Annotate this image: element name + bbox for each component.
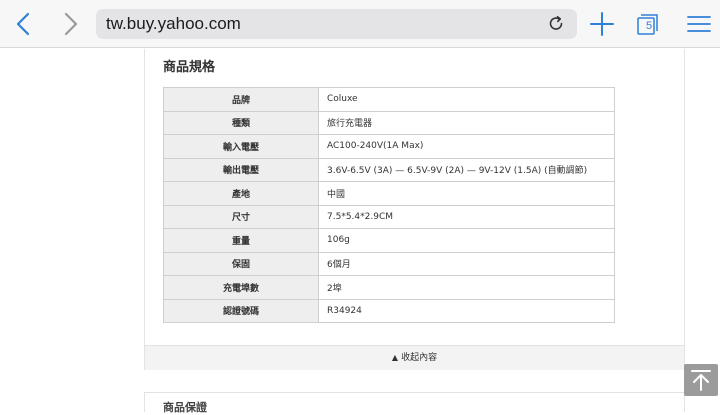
- reload-icon: [549, 15, 563, 30]
- address-bar[interactable]: tw.buy.yahoo.com: [96, 9, 577, 39]
- spec-value: 旅行充電器: [318, 110, 615, 135]
- table-row: 種類 旅行充電器: [163, 110, 615, 135]
- spec-value: 2埠: [318, 275, 615, 300]
- table-row: 重量 106g: [163, 228, 615, 253]
- browser-toolbar: tw.buy.yahoo.com 5: [0, 0, 720, 48]
- spec-value: AC100-240V(1A Max): [318, 134, 615, 159]
- table-row: 品牌 Coluxe: [163, 87, 615, 112]
- url-text[interactable]: tw.buy.yahoo.com: [106, 12, 241, 36]
- hamburger-menu-icon: [687, 16, 711, 32]
- spec-label: 重量: [163, 228, 319, 253]
- table-row: 保固 6個月: [163, 251, 615, 276]
- collapse-label: 收起內容: [401, 353, 438, 363]
- spec-label: 種類: [163, 110, 319, 135]
- spec-table: 品牌 Coluxe 種類 旅行充電器 輸入電壓 AC100-240V(1A Ma…: [163, 87, 615, 323]
- table-row: 充電埠數 2埠: [163, 275, 615, 300]
- spec-value: 6個月: [318, 251, 615, 276]
- spec-label: 尺寸: [163, 204, 319, 229]
- spec-value: 3.6V-6.5V (3A) — 6.5V-9V (2A) — 9V-12V (…: [318, 157, 615, 182]
- chevron-right-icon: [64, 12, 78, 36]
- section-title: 商品規格: [163, 60, 216, 75]
- back-button[interactable]: [8, 8, 40, 40]
- reload-button[interactable]: [547, 15, 565, 33]
- collapse-content-button[interactable]: ▲ 收起內容: [145, 345, 684, 370]
- spec-label: 輸出電壓: [163, 157, 319, 182]
- triangle-up-icon: ▲: [391, 353, 399, 362]
- spec-label: 產地: [163, 181, 319, 206]
- menu-button[interactable]: [683, 8, 715, 40]
- spec-value: Coluxe: [318, 87, 615, 112]
- plus-icon: [590, 12, 614, 36]
- spec-value: 7.5*5.4*2.9CM: [318, 204, 615, 229]
- table-row: 認證號碼 R34924: [163, 298, 615, 323]
- spec-value: R34924: [318, 298, 615, 323]
- spec-label: 保固: [163, 251, 319, 276]
- forward-button[interactable]: [54, 8, 86, 40]
- tab-count-label: 5: [645, 20, 653, 32]
- tabs-button[interactable]: 5: [636, 12, 660, 36]
- next-section-card: 商品保證: [144, 392, 685, 414]
- spec-value: 106g: [318, 228, 615, 253]
- spec-card: 商品規格 品牌 Coluxe 種類 旅行充電器 輸入電壓 AC100-240V(…: [144, 49, 685, 370]
- table-row: 產地 中國: [163, 181, 615, 206]
- arrow-up-to-top-icon: [691, 370, 711, 391]
- spec-value: 中國: [318, 181, 615, 206]
- spec-label: 輸入電壓: [163, 134, 319, 159]
- spec-label: 認證號碼: [163, 298, 319, 323]
- chevron-left-icon: [16, 12, 30, 36]
- table-row: 輸入電壓 AC100-240V(1A Max): [163, 134, 615, 159]
- spec-label: 充電埠數: [163, 275, 319, 300]
- table-row: 尺寸 7.5*5.4*2.9CM: [163, 204, 615, 229]
- scroll-to-top-button[interactable]: [684, 364, 718, 396]
- spec-label: 品牌: [163, 87, 319, 112]
- table-row: 輸出電壓 3.6V-6.5V (3A) — 6.5V-9V (2A) — 9V-…: [163, 157, 615, 182]
- new-tab-button[interactable]: [586, 8, 618, 40]
- next-section-title: 商品保證: [163, 401, 207, 414]
